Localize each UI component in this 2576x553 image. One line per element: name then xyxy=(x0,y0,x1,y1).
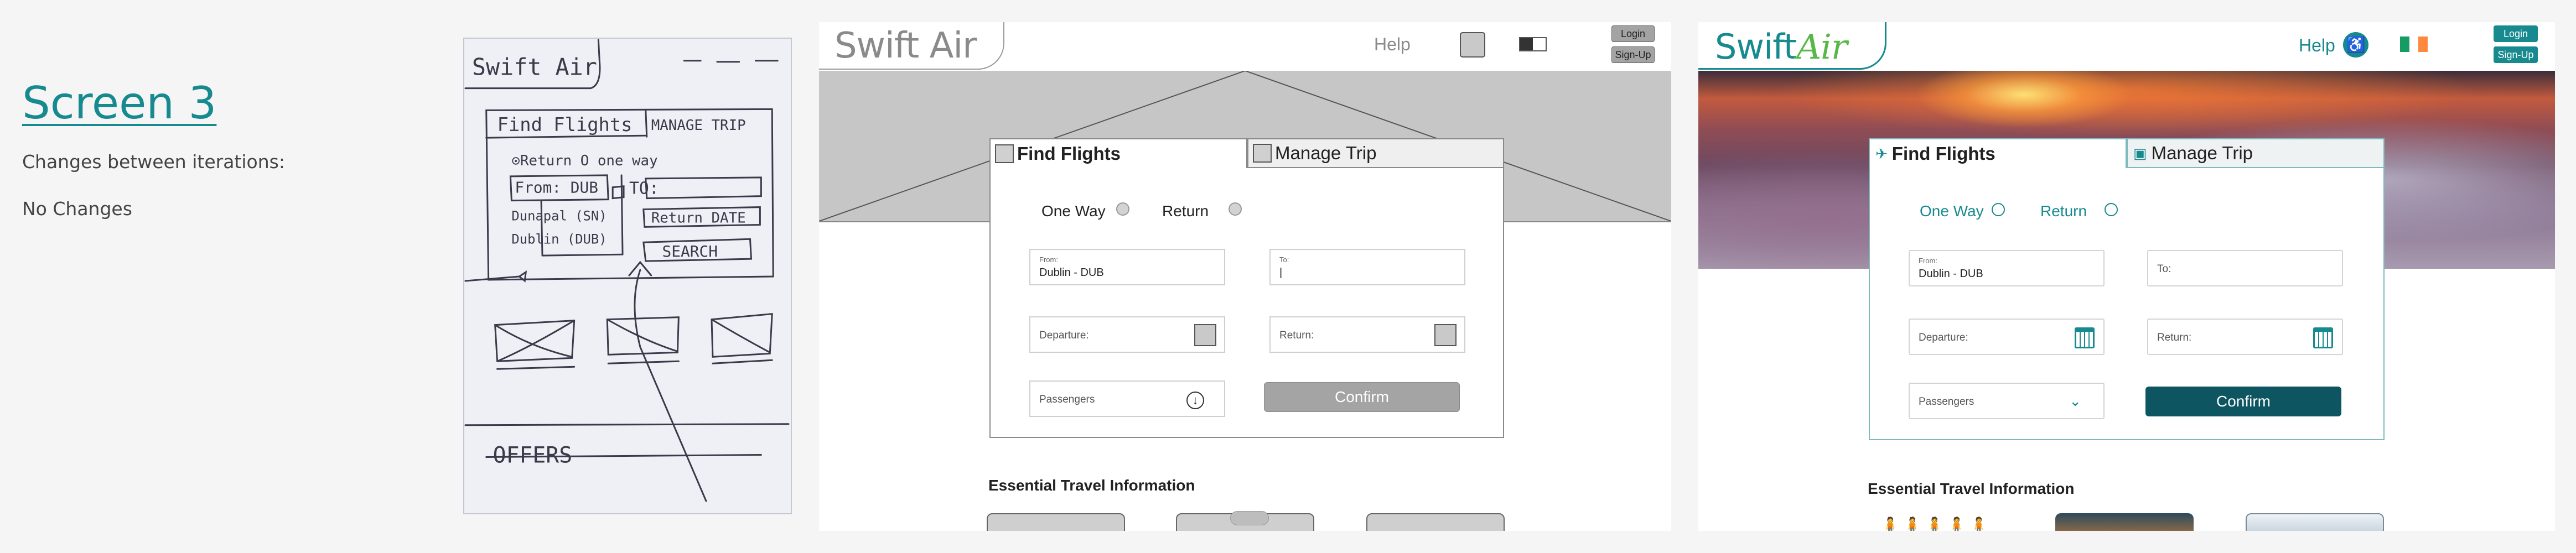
confirm-button[interactable]: Confirm xyxy=(2145,387,2341,416)
chevron-down-icon: ⌄ xyxy=(2069,393,2081,409)
signup-button[interactable]: Sign-Up xyxy=(2494,46,2538,63)
calendar-icon[interactable] xyxy=(2313,327,2333,348)
irish-flag-icon[interactable] xyxy=(2400,36,2428,52)
sketch-offers: OFFERS xyxy=(493,442,573,468)
sketch-to: TO: xyxy=(629,179,659,199)
plane-icon xyxy=(995,144,1014,163)
from-field[interactable]: From: Dublin - DUB xyxy=(1029,249,1225,285)
departure-field[interactable]: Departure: xyxy=(1909,319,2105,355)
sketch-return: Return DATE xyxy=(651,210,746,226)
notes-panel: Screen 3 Changes between iterations: No … xyxy=(22,77,410,220)
sketch-search: SEARCH xyxy=(662,242,718,260)
help-link[interactable]: Help xyxy=(1374,34,1411,55)
travel-info-image-3[interactable] xyxy=(1366,513,1505,531)
travel-info-image-1[interactable]: 🧍 🧍 🧍 🧍 🧍 xyxy=(1869,513,2007,531)
paper-sketch: Swift Air Find Flights MANAGE TRIP ⊙Retu… xyxy=(463,38,792,514)
logo-swift: Swift xyxy=(1715,27,1797,67)
return-placeholder: Return: xyxy=(2157,332,2192,343)
logo[interactable]: Swift Air xyxy=(835,25,977,66)
tab-manage-trip-label: Manage Trip xyxy=(2151,143,2253,163)
from-label: From: xyxy=(1919,257,1937,265)
departure-placeholder: Departure: xyxy=(1919,332,1968,343)
passengers-label: Passengers xyxy=(1919,396,1974,408)
one-way-radio[interactable] xyxy=(1992,203,2005,216)
to-field[interactable]: To: | xyxy=(1269,249,1465,285)
chevron-down-icon: ↓ xyxy=(1186,392,1204,409)
passengers-dropdown[interactable]: Passengers ⌄ xyxy=(1909,383,2105,419)
tab-manage-trip[interactable]: ▣ Manage Trip xyxy=(2127,138,2385,168)
login-button[interactable]: Login xyxy=(1611,25,1655,42)
passengers-field[interactable]: Passengers ↓ xyxy=(1029,380,1225,417)
calendar-icon[interactable] xyxy=(2075,327,2095,348)
header-bar: Swift Air Help Login Sign-Up xyxy=(819,22,1671,71)
sketch-from: From: DUB xyxy=(515,179,598,197)
return-field[interactable]: Return: xyxy=(1269,316,1465,353)
one-way-radio[interactable] xyxy=(1116,202,1129,216)
travel-info-image-2[interactable] xyxy=(2055,513,2194,531)
passengers-label: Passengers xyxy=(1039,394,1095,405)
signup-button[interactable]: Sign-Up xyxy=(1611,46,1655,63)
sketch-drawing: Swift Air Find Flights MANAGE TRIP ⊙Retu… xyxy=(464,39,790,502)
to-placeholder: To: xyxy=(2157,263,2171,275)
to-caret: | xyxy=(1279,267,1283,279)
calendar-icon[interactable] xyxy=(1194,324,1216,346)
tab-find-flights-label: Find Flights xyxy=(1017,143,1121,164)
sketch-tab-find: Find Flights xyxy=(497,114,633,135)
sketch-dropdown-1: Dunapal (SN) xyxy=(511,208,607,223)
help-link[interactable]: Help xyxy=(2299,35,2335,56)
return-label: Return xyxy=(1162,202,1209,220)
sketch-dropdown-2: Dublin (DUB) xyxy=(511,231,607,247)
luggage-icon: ▣ xyxy=(2133,144,2147,161)
tab-manage-trip[interactable]: Manage Trip xyxy=(1247,138,1504,168)
calendar-icon[interactable] xyxy=(1434,324,1457,346)
to-field[interactable]: To: xyxy=(2147,250,2343,286)
departure-field[interactable]: Departure: xyxy=(1029,316,1225,353)
tab-find-flights-label: Find Flights xyxy=(1891,143,1996,164)
return-placeholder: Return: xyxy=(1279,330,1314,341)
plane-icon: ✈ xyxy=(1875,145,1888,162)
accessibility-icon[interactable] xyxy=(1460,32,1485,58)
one-way-label: One Way xyxy=(1920,202,1984,220)
departure-placeholder: Departure: xyxy=(1039,330,1089,341)
from-value: Dublin - DUB xyxy=(1039,267,1104,279)
from-label: From: xyxy=(1039,255,1058,264)
wireframe-screen: Swift Air Help Login Sign-Up Find Flight… xyxy=(819,22,1671,531)
final-screen: SwiftAir Help ♿ Login Sign-Up ✈ Find Fli… xyxy=(1698,22,2555,531)
one-way-label: One Way xyxy=(1041,202,1106,220)
accessibility-icon[interactable]: ♿ xyxy=(2343,32,2368,58)
travel-info-image-1[interactable] xyxy=(987,513,1125,531)
luggage-icon xyxy=(1253,144,1272,163)
confirm-button[interactable]: Confirm xyxy=(1264,382,1460,412)
sketch-logo: Swift Air xyxy=(472,54,597,81)
to-label: To: xyxy=(1279,255,1289,264)
tab-manage-trip-label: Manage Trip xyxy=(1275,143,1377,163)
logo-air: Air xyxy=(1796,27,1847,67)
from-field[interactable]: From: Dublin - DUB xyxy=(1909,250,2105,286)
tab-find-flights[interactable]: ✈ Find Flights xyxy=(1869,138,2127,168)
return-radio[interactable] xyxy=(1229,202,1242,216)
sketch-tab-manage: MANAGE TRIP xyxy=(651,117,746,134)
carousel-indicator[interactable] xyxy=(1230,511,1269,525)
changes-heading: Changes between iterations: xyxy=(22,151,285,173)
sketch-radios: ⊙Return O one way xyxy=(511,153,657,169)
return-field[interactable]: Return: xyxy=(2147,319,2343,355)
changes-text: No Changes xyxy=(22,198,132,220)
language-toggle-icon[interactable] xyxy=(1519,37,1547,51)
return-label: Return xyxy=(2040,202,2087,220)
from-value: Dublin - DUB xyxy=(1919,268,1983,280)
tab-find-flights[interactable]: Find Flights xyxy=(989,138,1247,168)
return-radio[interactable] xyxy=(2105,203,2118,216)
screen-title: Screen 3 xyxy=(22,77,217,129)
essential-travel-heading: Essential Travel Information xyxy=(988,477,1195,494)
essential-travel-heading: Essential Travel Information xyxy=(1868,480,2075,497)
logo[interactable]: SwiftAir xyxy=(1715,27,1848,67)
travel-info-image-3[interactable] xyxy=(2246,513,2384,531)
login-button[interactable]: Login xyxy=(2494,25,2538,42)
